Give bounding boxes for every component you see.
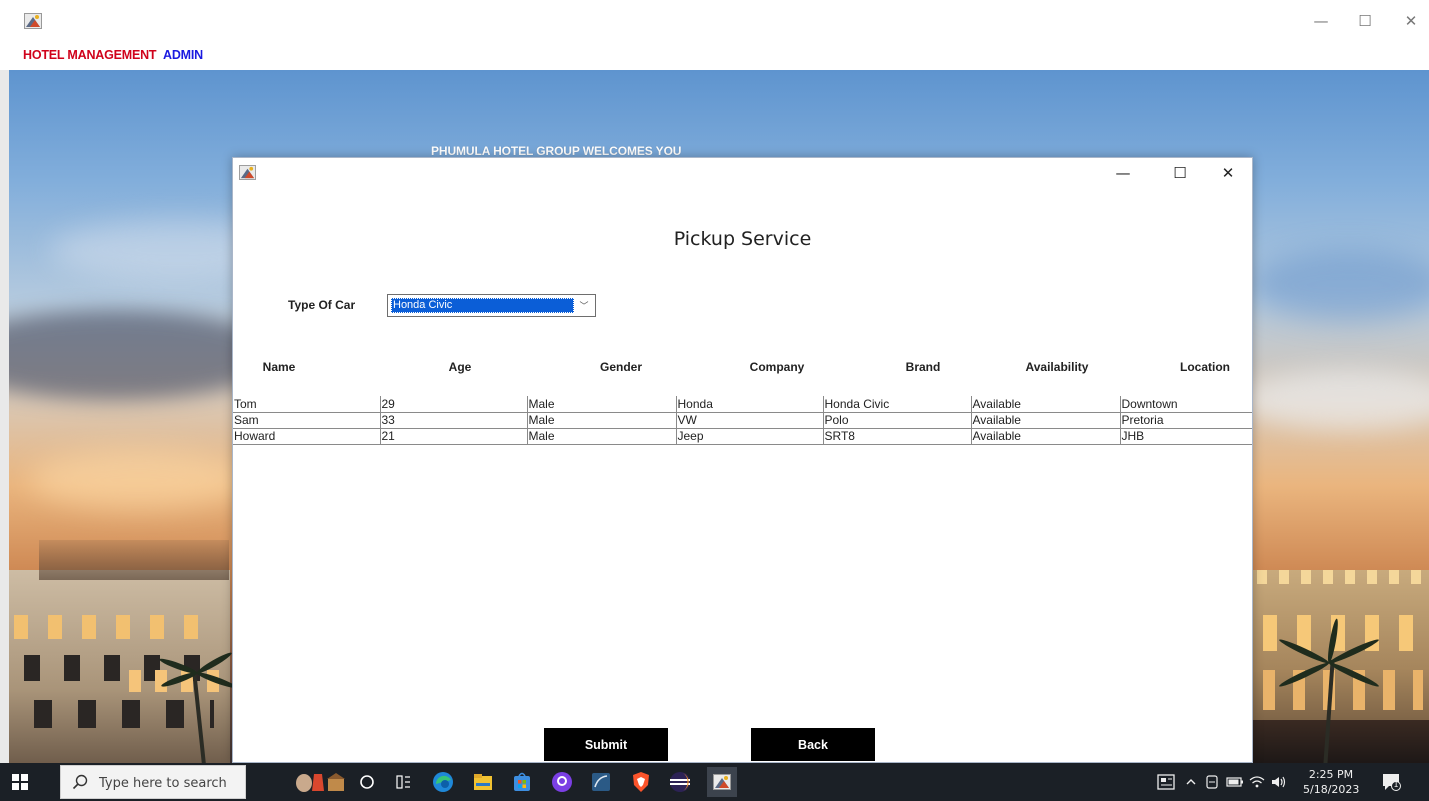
wifi-icon[interactable] (1246, 771, 1268, 793)
main-window-titlebar: — ☐ ✕ (0, 0, 1429, 42)
java-app-taskbar-icon[interactable] (707, 767, 737, 797)
page-title: Pickup Service (673, 228, 812, 250)
cell-availability[interactable]: Available (971, 396, 1121, 413)
cell-age[interactable]: 29 (380, 396, 528, 413)
clock-date: 5/18/2023 (1303, 783, 1360, 796)
hotel-window-row (1257, 570, 1427, 584)
github-icon[interactable] (551, 771, 573, 793)
menu-admin[interactable]: ADMIN (163, 48, 203, 62)
cell-name[interactable]: Tom (233, 396, 381, 413)
chevron-down-icon[interactable]: ﹀ (577, 298, 591, 313)
dialog-close-button[interactable]: ✕ (1213, 161, 1243, 185)
mysql-workbench-icon[interactable] (590, 771, 612, 793)
cell-company[interactable]: VW (676, 412, 824, 429)
java-app-icon (24, 13, 42, 29)
back-button[interactable]: Back (751, 728, 875, 761)
table-row[interactable]: Sam 33 Male VW Polo Available Pretoria (233, 412, 1252, 429)
cell-gender[interactable]: Male (527, 396, 677, 413)
hotel-window-row (14, 615, 214, 639)
cell-company[interactable]: Jeep (676, 428, 824, 445)
column-header-name: Name (262, 360, 296, 374)
drivers-table: Tom 29 Male Honda Honda Civic Available … (233, 396, 1252, 445)
taskbar-clock[interactable]: 2:25 PM 5/18/2023 (1303, 767, 1359, 797)
type-of-car-selected-value: Honda Civic (391, 298, 574, 313)
cell-company[interactable]: Honda (676, 396, 824, 413)
type-of-car-dropdown[interactable]: Honda Civic ﹀ (387, 294, 596, 317)
cell-age[interactable]: 21 (380, 428, 528, 445)
cell-availability[interactable]: Available (971, 428, 1121, 445)
hotel-window-row (1263, 670, 1423, 710)
search-icon (69, 771, 91, 793)
search-placeholder: Type here to search (99, 776, 227, 791)
column-header-brand: Brand (905, 360, 941, 374)
java-app-icon (239, 165, 256, 180)
taskbar-search-box[interactable]: Type here to search (60, 765, 246, 799)
column-header-gender: Gender (599, 360, 642, 374)
cell-brand[interactable]: SRT8 (823, 428, 972, 445)
cell-brand[interactable]: Polo (823, 412, 972, 429)
tray-app-icon[interactable] (1201, 771, 1223, 793)
notification-count-badge: 1 (1393, 780, 1399, 789)
cell-location[interactable]: Downtown (1120, 396, 1252, 413)
table-row[interactable]: Tom 29 Male Honda Honda Civic Available … (233, 396, 1252, 413)
cortana-icon[interactable] (356, 771, 378, 793)
cell-name[interactable]: Sam (233, 412, 381, 429)
cell-location[interactable]: JHB (1120, 428, 1252, 445)
street-lights (1253, 720, 1429, 763)
distant-city (39, 540, 229, 580)
brave-browser-icon[interactable] (630, 771, 652, 793)
pickup-service-dialog: — ☐ ✕ Pickup Service Type Of Car Honda C… (232, 157, 1253, 763)
cell-age[interactable]: 33 (380, 412, 528, 429)
clock-time: 2:25 PM (1308, 768, 1354, 781)
menu-hotel-management[interactable]: HOTEL MANAGEMENT (23, 48, 157, 62)
notification-center-icon[interactable]: 1 (1380, 771, 1402, 793)
search-highlight-icon[interactable] (292, 771, 346, 793)
table-row[interactable]: Howard 21 Male Jeep SRT8 Available JHB (233, 428, 1252, 445)
cell-gender[interactable]: Male (527, 428, 677, 445)
welcome-banner: PHUMULA HOTEL GROUP WELCOMES YOU (431, 144, 682, 158)
edge-browser-icon[interactable] (432, 771, 454, 793)
dialog-minimize-button[interactable]: — (1108, 161, 1138, 185)
battery-icon[interactable] (1224, 771, 1246, 793)
eclipse-ide-icon[interactable] (669, 771, 691, 793)
volume-icon[interactable] (1268, 771, 1290, 793)
news-widget-icon[interactable] (1155, 771, 1177, 793)
cloud (29, 450, 249, 510)
windows-start-icon[interactable] (9, 771, 31, 793)
cloud (1249, 250, 1429, 320)
submit-button[interactable]: Submit (544, 728, 668, 761)
column-header-company: Company (749, 360, 805, 374)
cell-gender[interactable]: Male (527, 412, 677, 429)
column-header-availability: Availability (1025, 360, 1089, 374)
type-of-car-label: Type Of Car (288, 298, 356, 312)
column-header-location: Location (1180, 360, 1230, 374)
file-explorer-icon[interactable] (472, 771, 494, 793)
cell-location[interactable]: Pretoria (1120, 412, 1252, 429)
hotel-window-row (34, 700, 214, 728)
main-menubar: HOTEL MANAGEMENT ADMIN (0, 42, 1429, 70)
cell-name[interactable]: Howard (233, 428, 381, 445)
window-left-border (0, 70, 9, 763)
main-minimize-button[interactable]: — (1306, 9, 1336, 33)
cloud (1239, 370, 1429, 430)
main-maximize-button[interactable]: ☐ (1350, 9, 1380, 33)
windows-taskbar: Type here to search 2:25 PM 5/18/2023 1 (0, 763, 1429, 801)
microsoft-store-icon[interactable] (511, 771, 533, 793)
chevron-up-icon[interactable] (1180, 771, 1202, 793)
dialog-maximize-button[interactable]: ☐ (1165, 161, 1195, 185)
cell-availability[interactable]: Available (971, 412, 1121, 429)
dialog-titlebar: — ☐ ✕ (233, 158, 1252, 190)
main-close-button[interactable]: ✕ (1396, 9, 1426, 33)
cell-brand[interactable]: Honda Civic (823, 396, 972, 413)
task-view-icon[interactable] (392, 771, 414, 793)
column-header-age: Age (448, 360, 472, 374)
